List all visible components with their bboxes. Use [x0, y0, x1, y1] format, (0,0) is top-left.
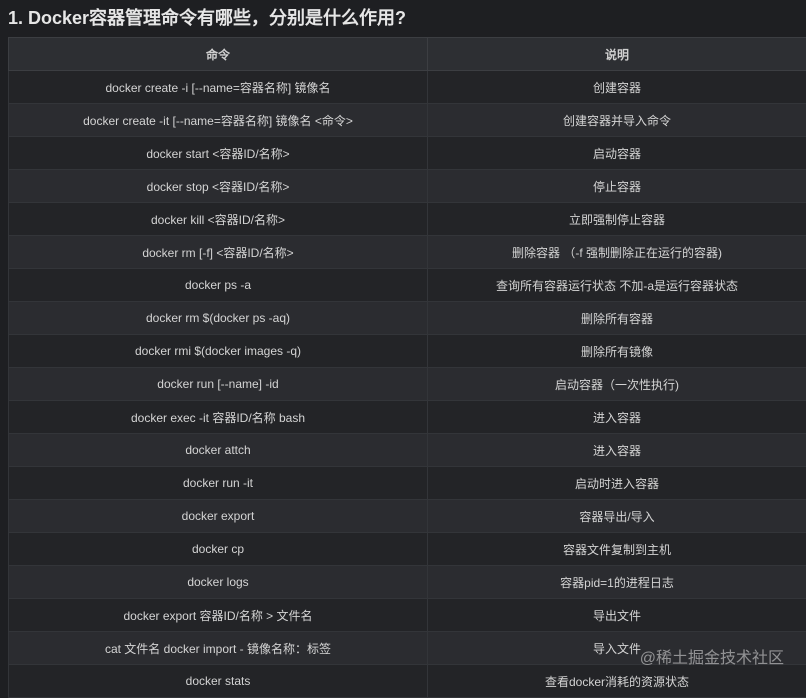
watermark: @稀土掘金技术社区: [640, 644, 784, 668]
command-cell: docker kill <容器ID/名称>: [9, 203, 428, 236]
commands-table-container: 命令 说明 docker create -i [--name=容器名称] 镜像名…: [8, 37, 806, 698]
table-row: docker cp容器文件复制到主机: [9, 533, 806, 566]
table-row: docker export 容器ID/名称 > 文件名导出文件: [9, 599, 806, 632]
command-cell: docker create -i [--name=容器名称] 镜像名: [9, 71, 428, 104]
table-body: docker create -i [--name=容器名称] 镜像名创建容器do…: [9, 71, 806, 698]
column-header-description: 说明: [428, 38, 806, 71]
description-cell: 容器pid=1的进程日志: [428, 566, 806, 599]
command-cell: docker stats: [9, 665, 428, 698]
table-row: docker rm $(docker ps -aq)删除所有容器: [9, 302, 806, 335]
table-row: docker attch进入容器: [9, 434, 806, 467]
table-row: docker run [--name] -id启动容器（一次性执行): [9, 368, 806, 401]
command-cell: docker stop <容器ID/名称>: [9, 170, 428, 203]
description-cell: 查看docker消耗的资源状态: [428, 665, 806, 698]
table-row: docker kill <容器ID/名称>立即强制停止容器: [9, 203, 806, 236]
description-cell: 容器导出/导入: [428, 500, 806, 533]
description-cell: 删除所有容器: [428, 302, 806, 335]
command-cell: docker rm [-f] <容器ID/名称>: [9, 236, 428, 269]
description-cell: 立即强制停止容器: [428, 203, 806, 236]
command-cell: docker start <容器ID/名称>: [9, 137, 428, 170]
table-row: docker rmi $(docker images -q)删除所有镜像: [9, 335, 806, 368]
command-cell: docker rmi $(docker images -q): [9, 335, 428, 368]
table-row: docker run -it启动时进入容器: [9, 467, 806, 500]
description-cell: 导出文件: [428, 599, 806, 632]
column-header-command: 命令: [9, 38, 428, 71]
table-row: docker start <容器ID/名称>启动容器: [9, 137, 806, 170]
command-cell: docker export: [9, 500, 428, 533]
command-cell: docker create -it [--name=容器名称] 镜像名 <命令>: [9, 104, 428, 137]
description-cell: 删除容器 （-f 强制删除正在运行的容器): [428, 236, 806, 269]
description-cell: 启动时进入容器: [428, 467, 806, 500]
command-cell: docker ps -a: [9, 269, 428, 302]
page-title: 1. Docker容器管理命令有哪些，分别是什么作用?: [8, 4, 406, 32]
table-row: docker create -it [--name=容器名称] 镜像名 <命令>…: [9, 104, 806, 137]
table-row: docker ps -a查询所有容器运行状态 不加-a是运行容器状态: [9, 269, 806, 302]
description-cell: 创建容器并导入命令: [428, 104, 806, 137]
description-cell: 启动容器: [428, 137, 806, 170]
command-cell: docker cp: [9, 533, 428, 566]
description-cell: 容器文件复制到主机: [428, 533, 806, 566]
description-cell: 停止容器: [428, 170, 806, 203]
command-cell: docker logs: [9, 566, 428, 599]
description-cell: 删除所有镜像: [428, 335, 806, 368]
table-row: docker stats查看docker消耗的资源状态: [9, 665, 806, 698]
table-row: docker logs容器pid=1的进程日志: [9, 566, 806, 599]
description-cell: 创建容器: [428, 71, 806, 104]
description-cell: 进入容器: [428, 401, 806, 434]
table-row: docker export容器导出/导入: [9, 500, 806, 533]
description-cell: 启动容器（一次性执行): [428, 368, 806, 401]
command-cell: docker run -it: [9, 467, 428, 500]
table-header-row: 命令 说明: [9, 38, 806, 71]
table-row: docker rm [-f] <容器ID/名称>删除容器 （-f 强制删除正在运…: [9, 236, 806, 269]
table-row: docker create -i [--name=容器名称] 镜像名创建容器: [9, 71, 806, 104]
command-cell: docker exec -it 容器ID/名称 bash: [9, 401, 428, 434]
command-cell: docker run [--name] -id: [9, 368, 428, 401]
command-cell: docker attch: [9, 434, 428, 467]
table-row: docker exec -it 容器ID/名称 bash进入容器: [9, 401, 806, 434]
commands-table: 命令 说明 docker create -i [--name=容器名称] 镜像名…: [8, 37, 806, 698]
command-cell: docker rm $(docker ps -aq): [9, 302, 428, 335]
command-cell: docker export 容器ID/名称 > 文件名: [9, 599, 428, 632]
description-cell: 进入容器: [428, 434, 806, 467]
description-cell: 查询所有容器运行状态 不加-a是运行容器状态: [428, 269, 806, 302]
command-cell: cat 文件名 docker import - 镜像名称：标签: [9, 632, 428, 665]
table-row: docker stop <容器ID/名称>停止容器: [9, 170, 806, 203]
